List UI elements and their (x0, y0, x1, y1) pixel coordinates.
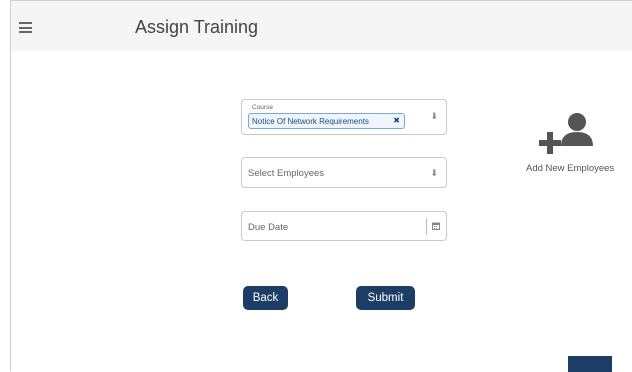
remove-chip-icon[interactable]: ✖ (393, 116, 400, 125)
divider (426, 218, 427, 235)
plus-icon (539, 132, 561, 154)
add-new-employees-label: Add New Employees (526, 163, 615, 174)
app-frame: Assign Training Course Notice Of Network… (10, 0, 632, 372)
hamburger-icon[interactable] (19, 22, 32, 33)
due-date-input[interactable]: Due Date (241, 211, 447, 241)
course-label: Course (252, 104, 273, 111)
corner-button[interactable] (568, 356, 612, 372)
add-new-employees-button[interactable]: Add New Employees (525, 111, 625, 181)
submit-button[interactable]: Submit (356, 286, 415, 310)
back-button[interactable]: Back (243, 286, 288, 310)
course-chip-label: Notice Of Network Requirements (252, 117, 369, 126)
caret-down-icon[interactable]: ⬇ (430, 168, 438, 179)
add-person-icon (561, 113, 593, 146)
caret-down-icon[interactable]: ⬇ (430, 111, 438, 122)
course-select[interactable]: Course Notice Of Network Requirements ✖ … (241, 99, 447, 135)
course-chip: Notice Of Network Requirements ✖ (248, 113, 405, 129)
employees-select[interactable]: Select Employees ⬇ (241, 157, 447, 188)
employees-placeholder: Select Employees (248, 168, 325, 179)
calendar-icon[interactable] (432, 222, 440, 230)
page-title: Assign Training (135, 17, 259, 37)
header-bar: Assign Training (11, 1, 632, 51)
due-date-placeholder: Due Date (248, 222, 289, 233)
